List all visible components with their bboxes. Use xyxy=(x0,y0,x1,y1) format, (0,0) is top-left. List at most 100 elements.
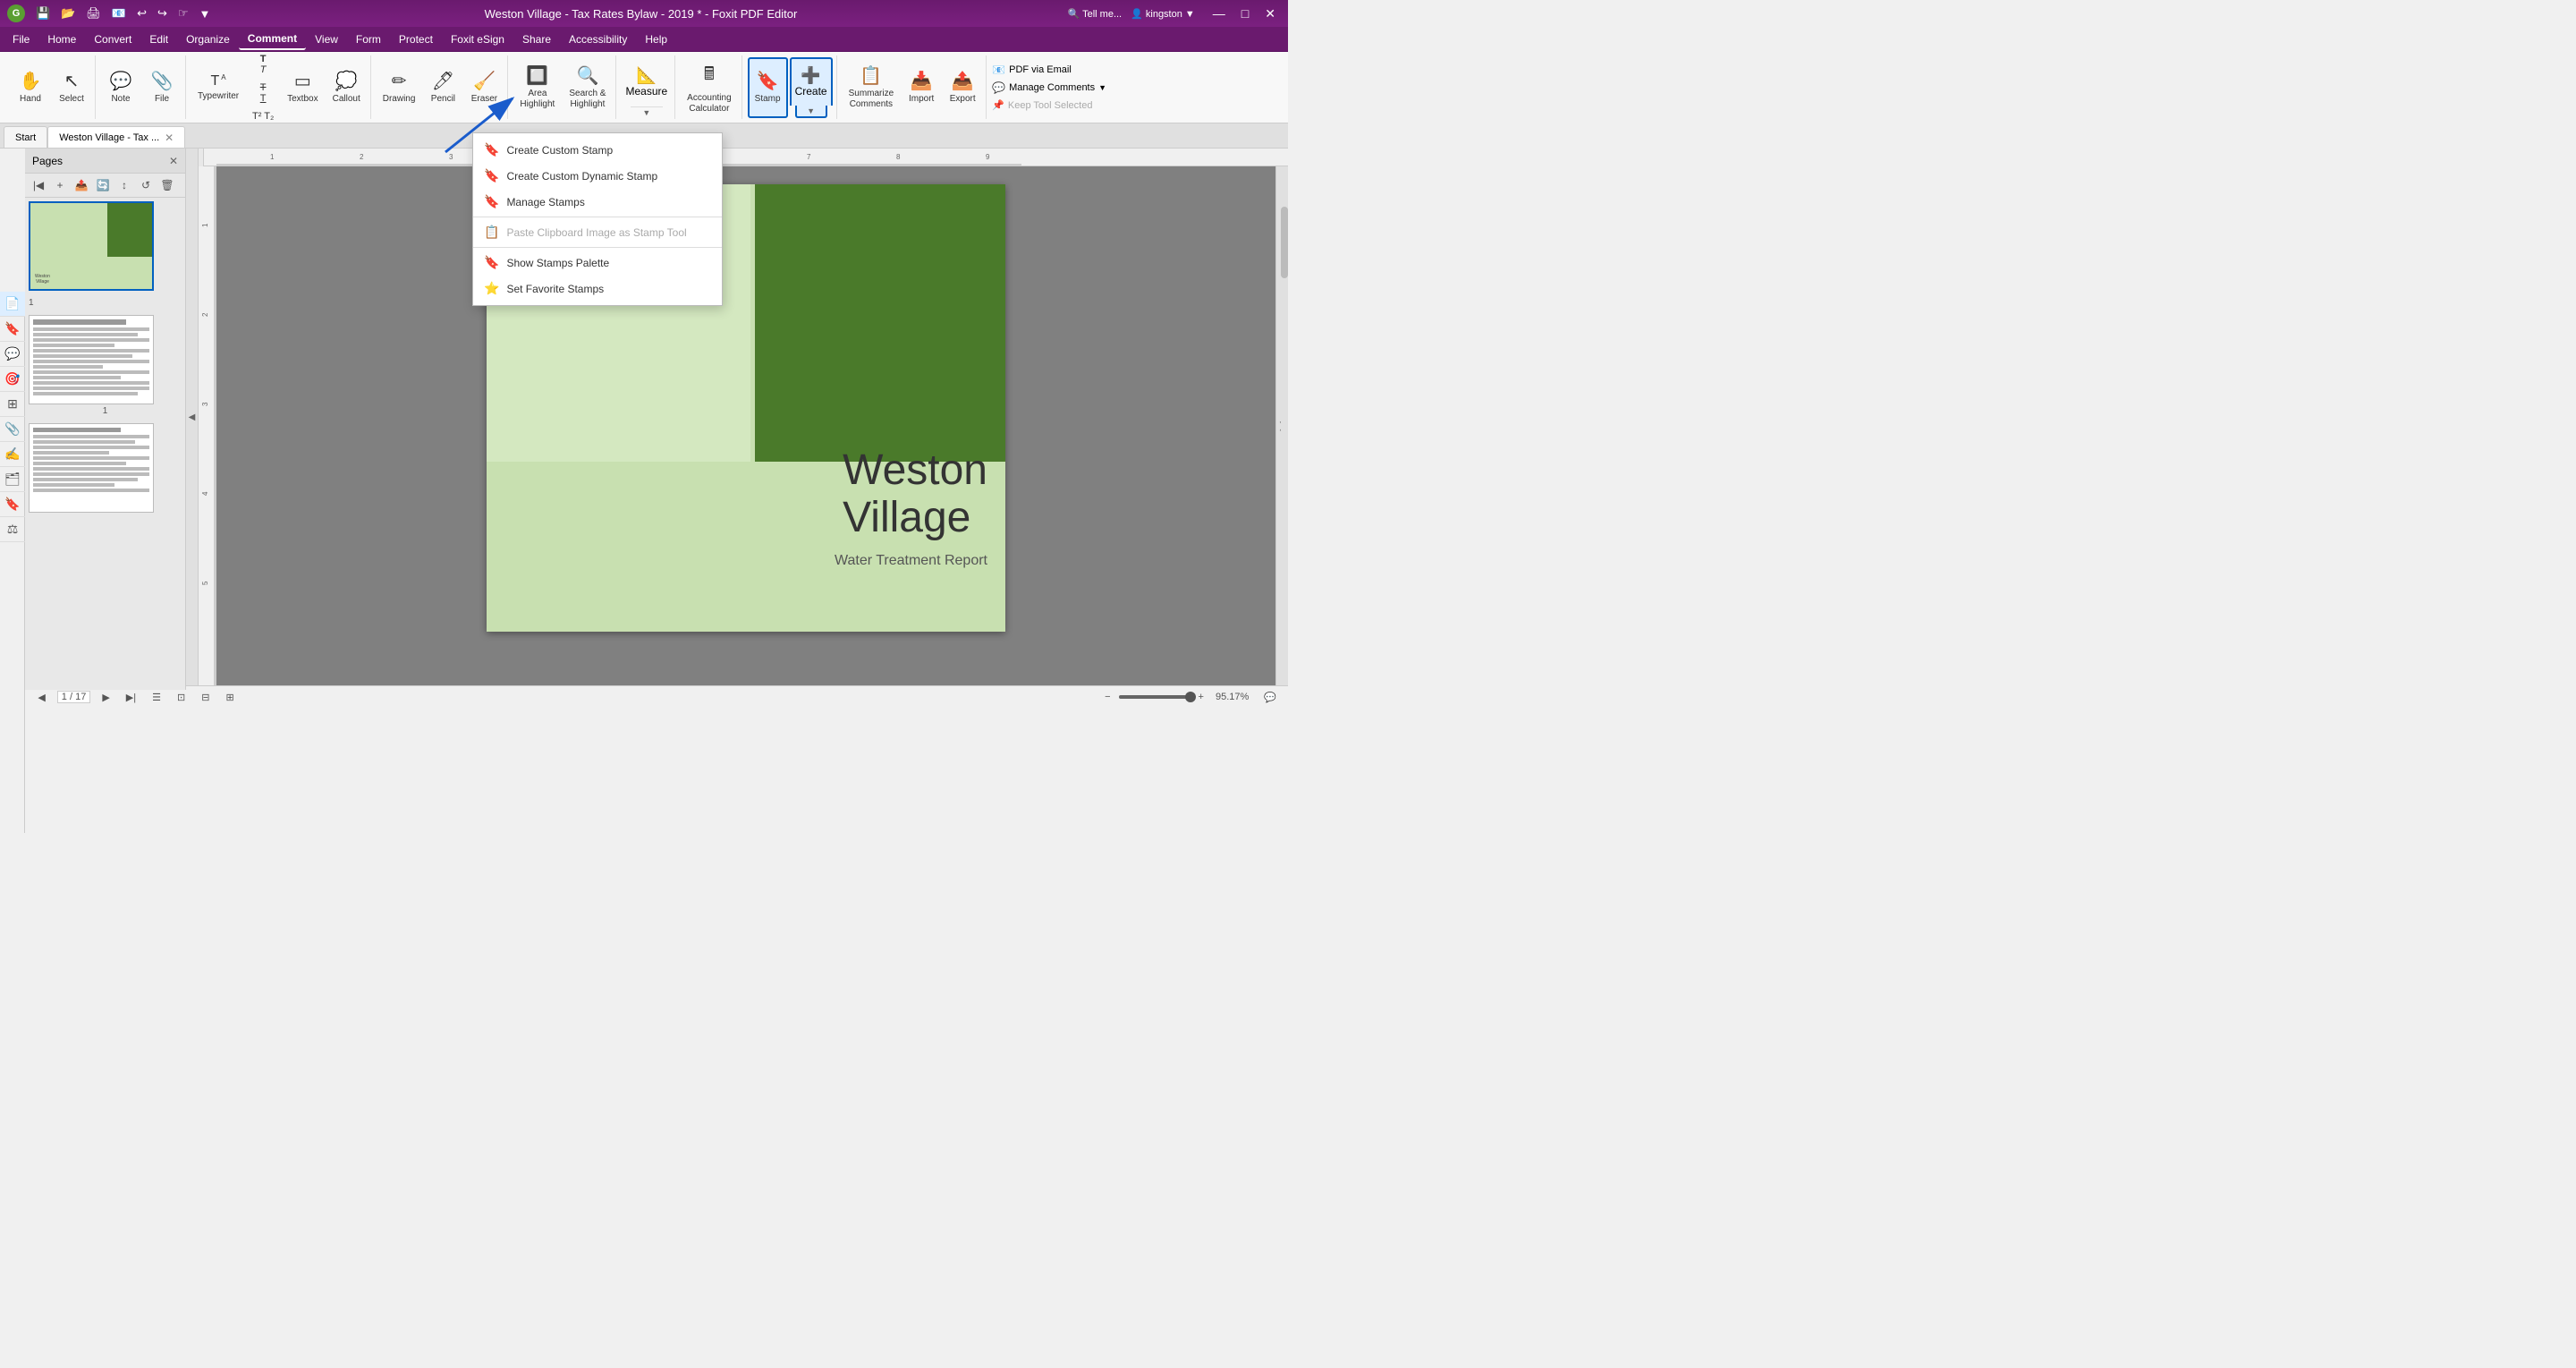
tab-document[interactable]: Weston Village - Tax ... ✕ xyxy=(47,126,185,148)
search-box[interactable]: 🔍 Tell me... xyxy=(1068,8,1123,20)
pages-tool-2[interactable]: + xyxy=(50,175,70,195)
menu-comment[interactable]: Comment xyxy=(239,29,306,50)
eraser-tool-btn[interactable]: 🧹 Eraser xyxy=(464,57,504,118)
textbox-tool-btn[interactable]: ▭ Textbox xyxy=(281,57,324,118)
pages-tool-3[interactable]: 📤 xyxy=(72,175,91,195)
file-tool-btn[interactable]: 📎 File xyxy=(142,57,182,118)
stamp-panel-btn[interactable]: 🔖 xyxy=(0,492,25,517)
measure-tool-btn[interactable]: 📐 Measure xyxy=(622,57,671,106)
zoom-out-btn[interactable]: − xyxy=(1100,690,1114,704)
bold-italic-btn[interactable]: T T xyxy=(247,51,279,78)
attachments-panel-btn[interactable]: 📎 xyxy=(0,417,25,442)
menu-share[interactable]: Share xyxy=(513,30,560,49)
continuous-view-btn[interactable]: ☰ xyxy=(148,690,165,705)
layers-panel-btn[interactable]: ⊞ xyxy=(0,392,25,417)
menu-organize[interactable]: Organize xyxy=(177,30,239,49)
prev-page-btn[interactable]: ◀ xyxy=(33,690,49,705)
tab-start[interactable]: Start xyxy=(4,126,47,148)
menu-help[interactable]: Help xyxy=(636,30,676,49)
panel-collapse-handle[interactable]: ◀ xyxy=(186,149,199,685)
export-btn[interactable]: 📤 Export xyxy=(943,57,982,118)
qat-touch-btn[interactable]: ☞ xyxy=(174,4,192,22)
pages-tool-1[interactable]: |◀ xyxy=(29,175,48,195)
menu-foxit-esign[interactable]: Foxit eSign xyxy=(442,30,513,49)
email-icon: 📧 xyxy=(992,64,1005,76)
pages-panel-btn[interactable]: 📄 xyxy=(0,292,25,317)
create-stamp-btn[interactable]: ➕ Create xyxy=(790,57,833,106)
callout-tool-btn[interactable]: 💭 Callout xyxy=(326,57,367,118)
create-custom-dynamic-stamp-item[interactable]: 🔖 Create Custom Dynamic Stamp xyxy=(473,163,722,189)
note-tool-btn[interactable]: 💬 Note xyxy=(101,57,140,118)
pages-tool-6[interactable]: ↺ xyxy=(136,175,156,195)
typewriter-tool-btn[interactable]: T A Typewriter xyxy=(191,57,245,118)
compare-panel-btn[interactable]: ⚖ xyxy=(0,517,25,542)
qat-email-btn[interactable]: 📧 xyxy=(108,4,130,22)
portfolios-panel-btn[interactable]: 🗂 xyxy=(0,467,25,492)
zoom-level-display[interactable]: 95.17% xyxy=(1212,692,1252,702)
pdf-viewport[interactable]: Weston Village Water Treatment Report xyxy=(216,166,1275,685)
select-tool-btn[interactable]: ↖ Select xyxy=(52,57,91,118)
zoom-in-btn[interactable]: + xyxy=(1194,690,1208,704)
area-highlight-btn[interactable]: 🔲 AreaHighlight xyxy=(513,57,561,118)
two-pages-btn[interactable]: ⊟ xyxy=(197,690,214,705)
import-btn[interactable]: 📥 Import xyxy=(902,57,941,118)
maximize-btn[interactable]: □ xyxy=(1236,4,1254,22)
stamp-tool-btn[interactable]: 🔖 Stamp xyxy=(748,57,788,118)
chat-btn[interactable]: 💬 xyxy=(1259,690,1281,705)
page-thumb-3[interactable] xyxy=(29,423,182,513)
qat-save-btn[interactable]: 💾 xyxy=(32,4,54,22)
set-favorite-stamps-item[interactable]: ⭐ Set Favorite Stamps xyxy=(473,276,722,302)
strikethrough-underline-btn[interactable]: T T xyxy=(247,80,279,106)
qat-customize-btn[interactable]: ▼ xyxy=(196,5,215,22)
create-dynamic-stamp-icon: 🔖 xyxy=(484,168,499,183)
menu-file[interactable]: File xyxy=(4,30,38,49)
qat-redo-btn[interactable]: ↪ xyxy=(154,4,171,22)
page-thumb-2[interactable]: 1 xyxy=(29,315,182,416)
create-stamp-dropdown-btn[interactable]: ▼ xyxy=(795,106,827,118)
menu-edit[interactable]: Edit xyxy=(140,30,177,49)
accounting-calc-btn[interactable]: 🖩 AccountingCalculator xyxy=(681,57,737,118)
drawing-tool-btn[interactable]: ✏ Drawing xyxy=(377,57,422,118)
summarize-comments-btn[interactable]: 📋 SummarizeComments xyxy=(843,57,901,118)
manage-comments-icon: 💬 xyxy=(992,81,1005,94)
minimize-btn[interactable]: — xyxy=(1208,4,1231,22)
next-page-btn[interactable]: ▶ xyxy=(97,690,114,705)
qat-undo-btn[interactable]: ↩ xyxy=(133,4,150,22)
page-nav-display[interactable]: 1 / 17 xyxy=(57,691,91,703)
signatures-panel-btn[interactable]: ✍ xyxy=(0,442,25,467)
close-btn[interactable]: ✕ xyxy=(1259,4,1281,23)
pencil-tool-btn[interactable]: 🖊 Pencil xyxy=(423,57,462,118)
menu-form[interactable]: Form xyxy=(347,30,390,49)
qat-open-btn[interactable]: 📂 xyxy=(57,4,79,22)
pages-tool-5[interactable]: ↕ xyxy=(114,175,134,195)
last-page-btn[interactable]: ▶| xyxy=(122,690,140,705)
menu-convert[interactable]: Convert xyxy=(85,30,140,49)
pages-tool-7[interactable]: 🗑 xyxy=(157,175,177,195)
measure-dropdown-btn[interactable]: ▼ xyxy=(631,106,663,118)
bookmarks-panel-btn[interactable]: 🔖 xyxy=(0,317,25,342)
fit-page-btn[interactable]: ⊡ xyxy=(173,690,190,705)
menu-accessibility[interactable]: Accessibility xyxy=(560,30,636,49)
user-account[interactable]: 👤 kingston ▼ xyxy=(1131,8,1195,20)
manage-comments-btn[interactable]: 💬 Manage Comments ▼ xyxy=(992,81,1106,94)
superscript-subscript-btn[interactable]: T² T₂ xyxy=(247,108,279,124)
manage-comments-dropdown[interactable]: ▼ xyxy=(1098,83,1106,92)
search-highlight-btn[interactable]: 🔍 Search &Highlight xyxy=(563,57,612,118)
destinations-panel-btn[interactable]: 🎯 xyxy=(0,367,25,392)
pages-panel-close-btn[interactable]: ✕ xyxy=(169,155,178,167)
zoom-slider[interactable] xyxy=(1119,695,1191,699)
page-thumb-1[interactable]: Weston Village xyxy=(29,201,182,291)
show-stamps-palette-item[interactable]: 🔖 Show Stamps Palette xyxy=(473,250,722,276)
pages-tool-4[interactable]: 🔄 xyxy=(93,175,113,195)
create-custom-stamp-item[interactable]: 🔖 Create Custom Stamp xyxy=(473,137,722,163)
hand-tool-btn[interactable]: ✋ Hand xyxy=(11,57,50,118)
menu-home[interactable]: Home xyxy=(38,30,85,49)
manage-stamps-item[interactable]: 🔖 Manage Stamps xyxy=(473,189,722,215)
scrolling-btn[interactable]: ⊞ xyxy=(221,690,238,705)
comments-panel-btn[interactable]: 💬 xyxy=(0,342,25,367)
menu-protect[interactable]: Protect xyxy=(390,30,442,49)
pdf-email-btn[interactable]: 📧 PDF via Email xyxy=(992,64,1072,76)
menu-view[interactable]: View xyxy=(306,30,347,49)
tab-close-btn[interactable]: ✕ xyxy=(165,132,174,144)
qat-print-btn[interactable]: 🖨 xyxy=(82,4,105,22)
